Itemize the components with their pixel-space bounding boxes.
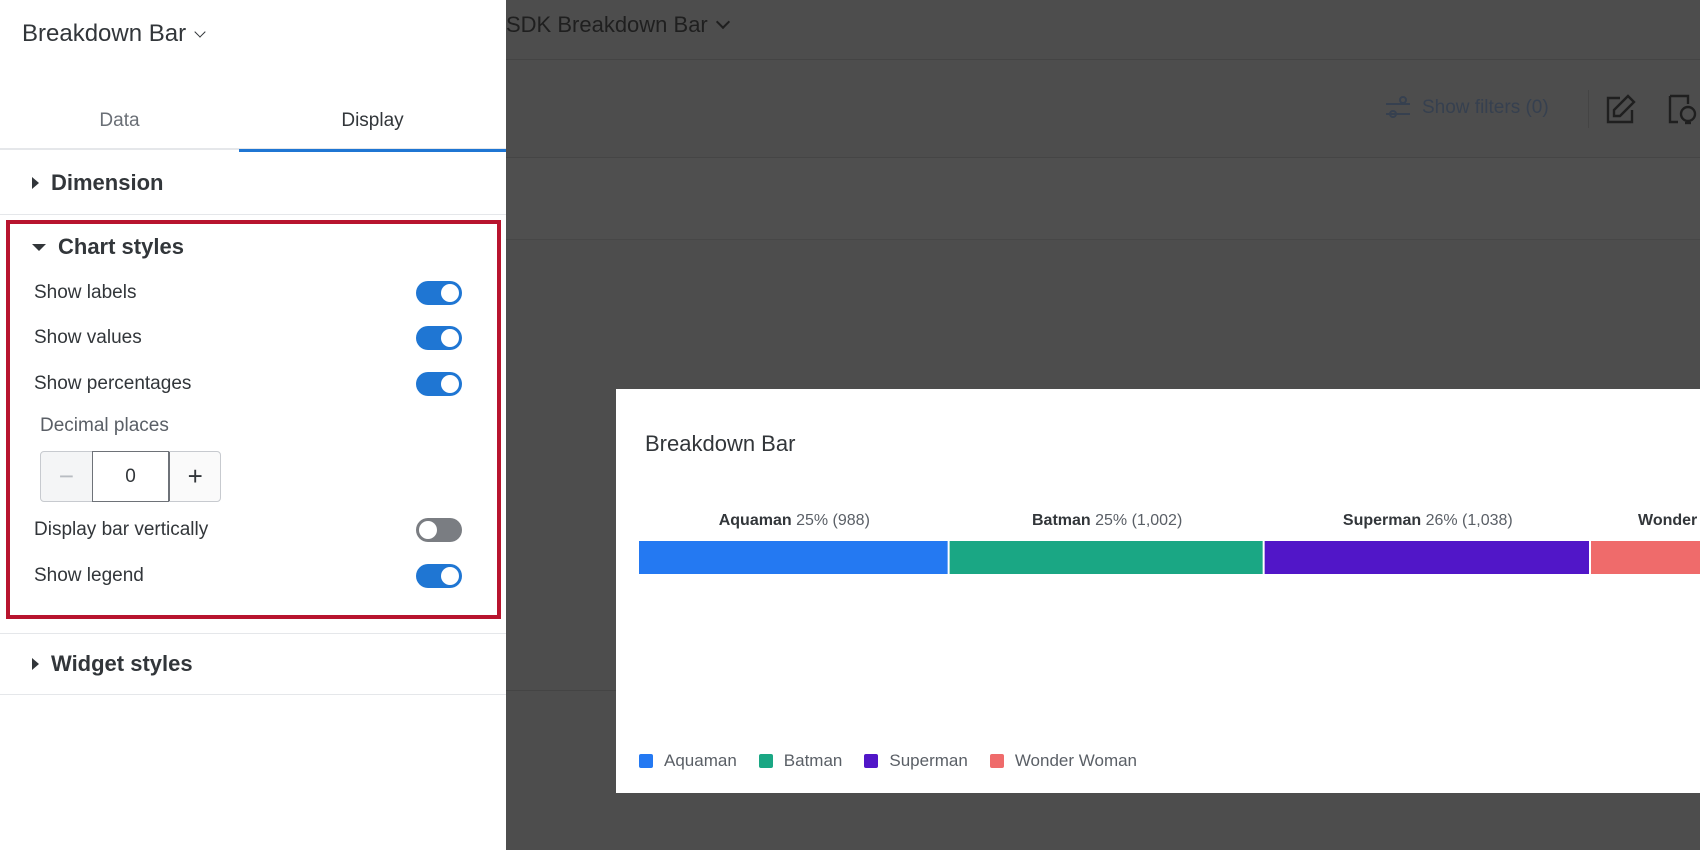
data-label-batman: Batman 25% (1,002)	[1032, 512, 1182, 529]
section-divider	[0, 214, 506, 215]
background-title-text: SDK Breakdown Bar	[506, 12, 708, 37]
show-legend-row: Show legend	[34, 560, 462, 592]
toggle-knob	[441, 329, 459, 347]
chevron-down-icon	[715, 14, 730, 30]
increment-button[interactable]: +	[169, 452, 221, 501]
section-dimension[interactable]: Dimension	[32, 170, 163, 196]
show-labels-label: Show labels	[34, 282, 137, 303]
edit-icon	[1606, 94, 1636, 124]
widget-type-label: Breakdown Bar	[22, 20, 187, 47]
display-bar-vertically-toggle[interactable]	[416, 518, 462, 542]
insights-icon	[1668, 94, 1697, 125]
legend-label: Aquaman	[664, 751, 737, 770]
show-percentages-toggle[interactable]	[416, 372, 462, 396]
data-label-superman: Superman 26% (1,038)	[1343, 512, 1513, 529]
legend-swatch	[989, 754, 1004, 768]
show-labels-toggle[interactable]	[416, 281, 462, 305]
show-legend-toggle[interactable]	[416, 564, 462, 588]
toggle-knob	[441, 375, 459, 393]
legend-label: Wonder Woman	[1014, 751, 1138, 770]
show-values-toggle[interactable]	[416, 326, 462, 350]
legend-swatch	[864, 754, 879, 768]
widget-settings-panel: Breakdown Bar Data Display Dimension Cha…	[0, 0, 506, 850]
bar-segment-aquaman[interactable]	[639, 541, 948, 574]
toggle-knob	[441, 567, 459, 585]
display-bar-vertically-row: Display bar vertically	[34, 514, 462, 546]
toolbar-separator	[1588, 90, 1589, 128]
breakdown-bar-widget[interactable]: Breakdown Bar Aquaman 25% (988) Batman 25…	[616, 389, 1700, 793]
show-percentages-row: Show percentages	[34, 368, 462, 400]
decimal-places-stepper: − 0 +	[40, 451, 221, 502]
bar-segment-batman[interactable]	[949, 541, 1263, 574]
caret-right-icon	[32, 177, 39, 189]
toggle-knob	[441, 284, 459, 302]
background-strip	[506, 158, 1700, 240]
widget-type-dropdown[interactable]: Breakdown Bar	[22, 20, 206, 48]
legend-item-aquaman[interactable]: Aquaman	[639, 751, 737, 771]
legend-swatch	[758, 754, 773, 768]
filter-icon	[1386, 96, 1410, 118]
legend-item-batman[interactable]: Batman	[758, 751, 843, 771]
legend-swatch	[639, 754, 653, 768]
section-widget-styles[interactable]: Widget styles	[32, 651, 193, 677]
breakdown-bar-chart: Aquaman 25% (988) Batman 25% (1,002) Super…	[639, 512, 1700, 574]
toggle-knob	[419, 521, 437, 539]
show-filters-label: Show filters (0)	[1422, 97, 1549, 118]
section-chart-styles[interactable]: Chart styles	[32, 234, 184, 260]
legend-item-superman[interactable]: Superman	[864, 751, 968, 771]
decrement-button[interactable]: −	[41, 452, 92, 501]
bar-segment-superman[interactable]	[1264, 541, 1589, 574]
legend-label: Superman	[889, 751, 968, 770]
chart-legend: Aquaman Batman Superman Wonder Woman	[639, 751, 1137, 771]
show-legend-label: Show legend	[34, 565, 144, 586]
tab-display[interactable]: Display	[239, 92, 506, 152]
section-chart-styles-label: Chart styles	[58, 234, 184, 259]
tab-data[interactable]: Data	[0, 92, 239, 150]
legend-label: Batman	[783, 751, 843, 770]
legend-item-wonder-woman[interactable]: Wonder Woman	[989, 751, 1138, 771]
data-label-wonder-woman: Wonder	[1638, 512, 1697, 529]
data-label-aquaman: Aquaman 25% (988)	[719, 512, 870, 529]
background-toolbar: Show filters (0)	[506, 60, 1700, 158]
background-header: SDK Breakdown Bar	[506, 0, 1700, 60]
show-values-label: Show values	[34, 327, 142, 348]
show-percentages-label: Show percentages	[34, 373, 192, 394]
section-dimension-label: Dimension	[51, 170, 164, 195]
decimal-places-label: Decimal places	[40, 415, 169, 436]
caret-right-icon	[32, 658, 39, 670]
section-divider	[0, 633, 506, 634]
section-widget-styles-label: Widget styles	[51, 651, 193, 676]
section-divider	[0, 694, 506, 695]
bar-segment-wonder-woman[interactable]	[1591, 541, 1700, 574]
show-labels-row: Show labels	[34, 277, 462, 309]
decimal-places-input[interactable]: 0	[91, 451, 170, 502]
caret-down-icon	[32, 243, 46, 251]
background-dashboard-title: SDK Breakdown Bar	[506, 12, 730, 38]
show-filters-button: Show filters (0)	[1384, 96, 1549, 120]
display-bar-vertically-label: Display bar vertically	[34, 519, 209, 540]
settings-tabs: Data Display	[0, 92, 506, 152]
show-values-row: Show values	[34, 322, 462, 354]
chevron-down-icon	[194, 26, 206, 38]
